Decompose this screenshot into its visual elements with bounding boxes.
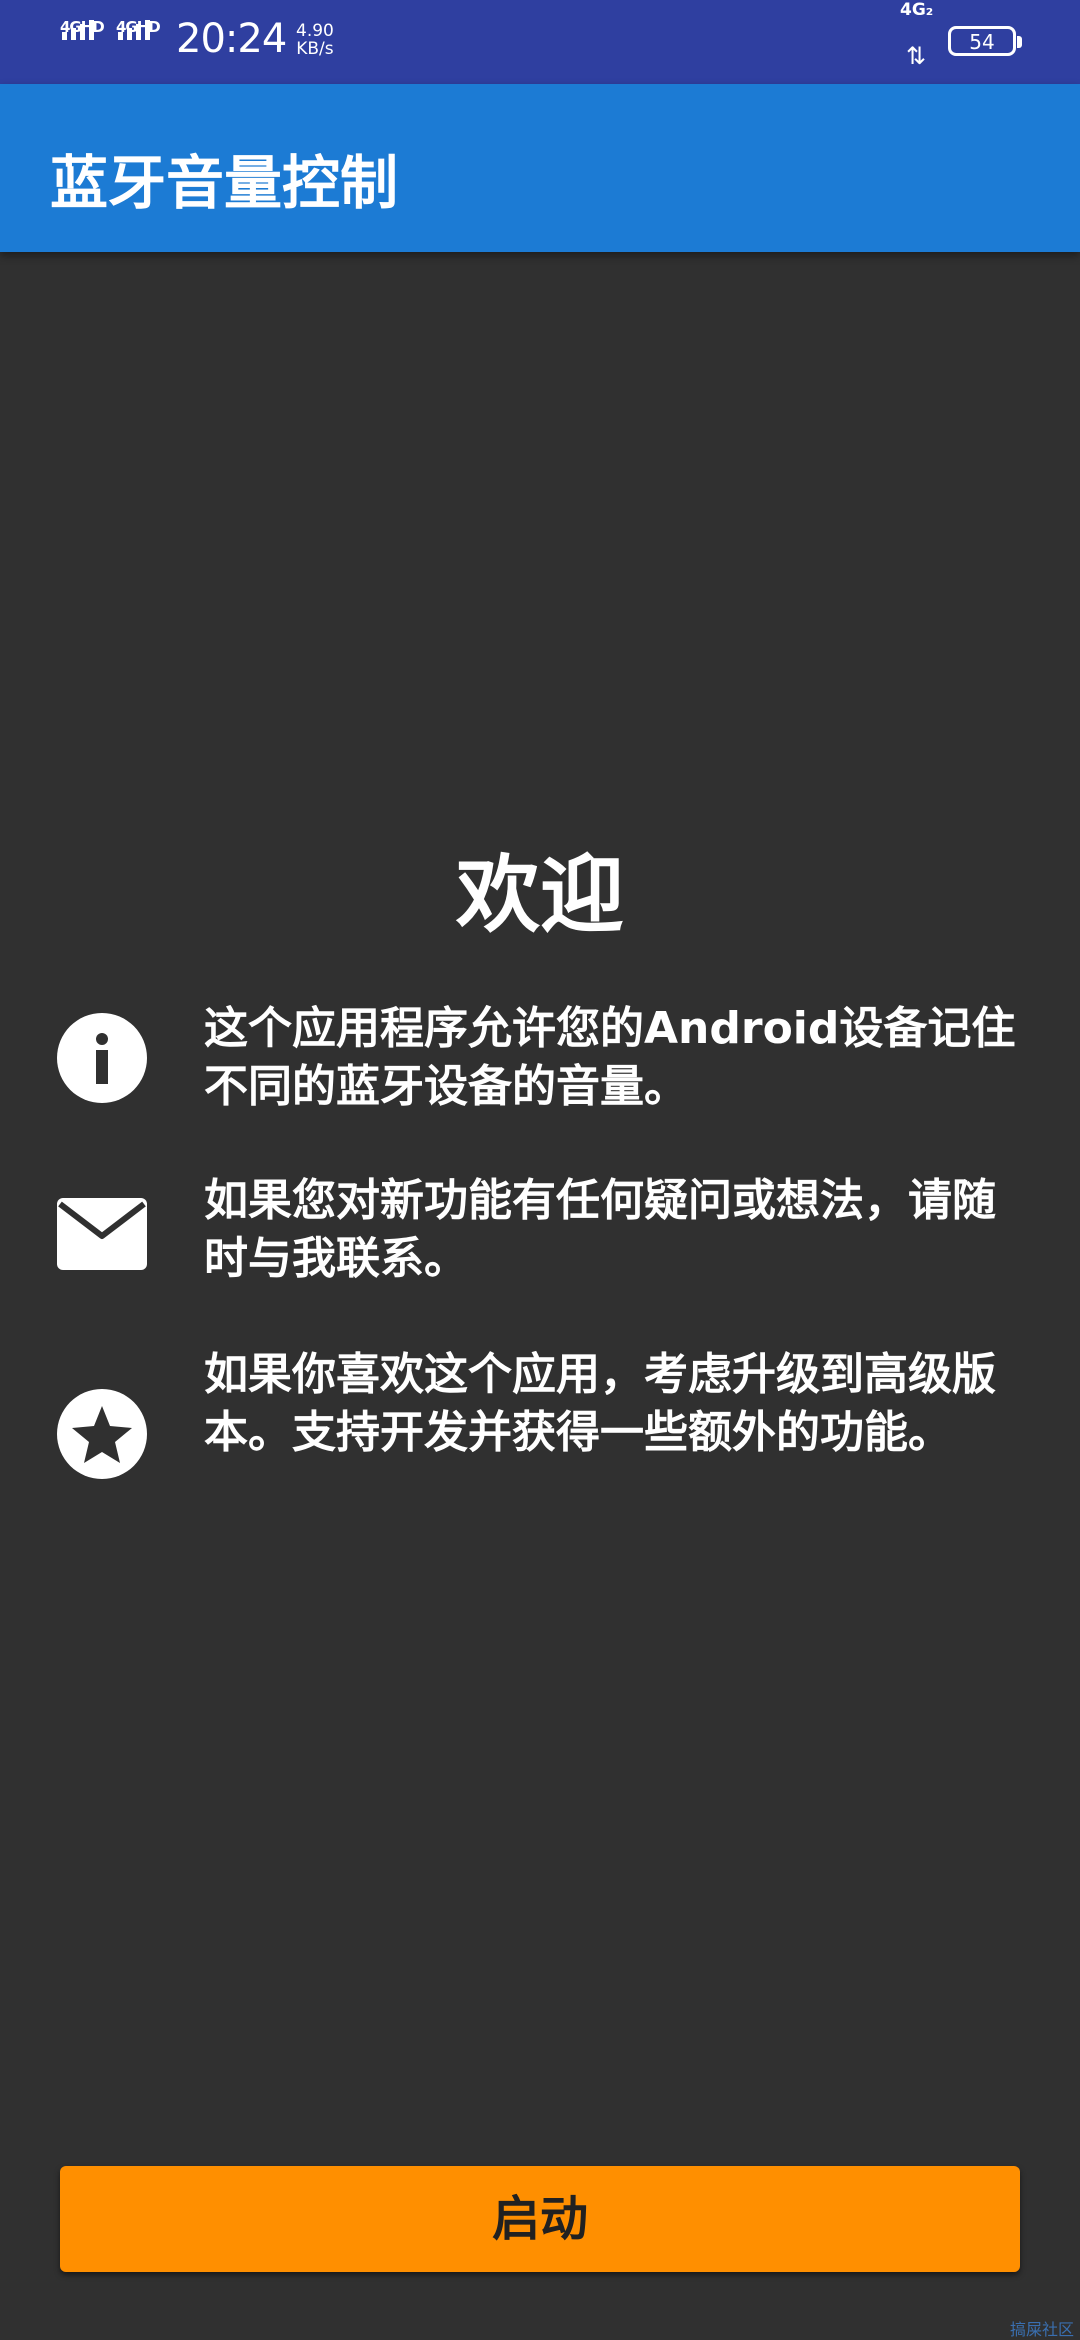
network-speed: 4.90 KB/s bbox=[296, 22, 334, 58]
watermark: 搞屎社区 bbox=[1009, 2320, 1074, 2339]
battery-level: 54 bbox=[969, 30, 995, 54]
start-button[interactable]: 启动 bbox=[60, 2166, 1020, 2272]
battery-icon: 54 bbox=[948, 26, 1022, 56]
sim1-signal-icon: 4GHD bbox=[60, 18, 108, 62]
speed-unit: KB/s bbox=[296, 39, 334, 59]
data-activity-icon: ⇅ bbox=[906, 42, 927, 70]
mail-icon bbox=[57, 1198, 147, 1270]
status-bar: 4GHD 4GHD 20:24 4.90 KB/s 4G₂ ⇅ 54 bbox=[0, 0, 1080, 84]
app-title: 蓝牙音量控制 bbox=[50, 149, 399, 217]
contact-text: 如果您对新功能有任何疑问或想法，请随时与我联系。 bbox=[204, 1175, 996, 1284]
welcome-heading: 欢迎 bbox=[455, 846, 624, 944]
app-bar: 蓝牙音量控制 bbox=[0, 84, 1080, 252]
info-icon bbox=[57, 1013, 147, 1103]
clock: 20:24 bbox=[176, 16, 287, 62]
star-icon bbox=[57, 1389, 147, 1479]
info-text: 这个应用程序允许您的Android设备记住不同的蓝牙设备的音量。 bbox=[204, 1003, 1016, 1112]
speed-value: 4.90 bbox=[296, 21, 334, 41]
upgrade-text: 如果你喜欢这个应用，考虑升级到高级版本。支持开发并获得一些额外的功能。 bbox=[204, 1349, 996, 1458]
network-type: 4G₂ bbox=[900, 0, 934, 20]
sim2-signal-icon: 4GHD bbox=[116, 18, 164, 62]
